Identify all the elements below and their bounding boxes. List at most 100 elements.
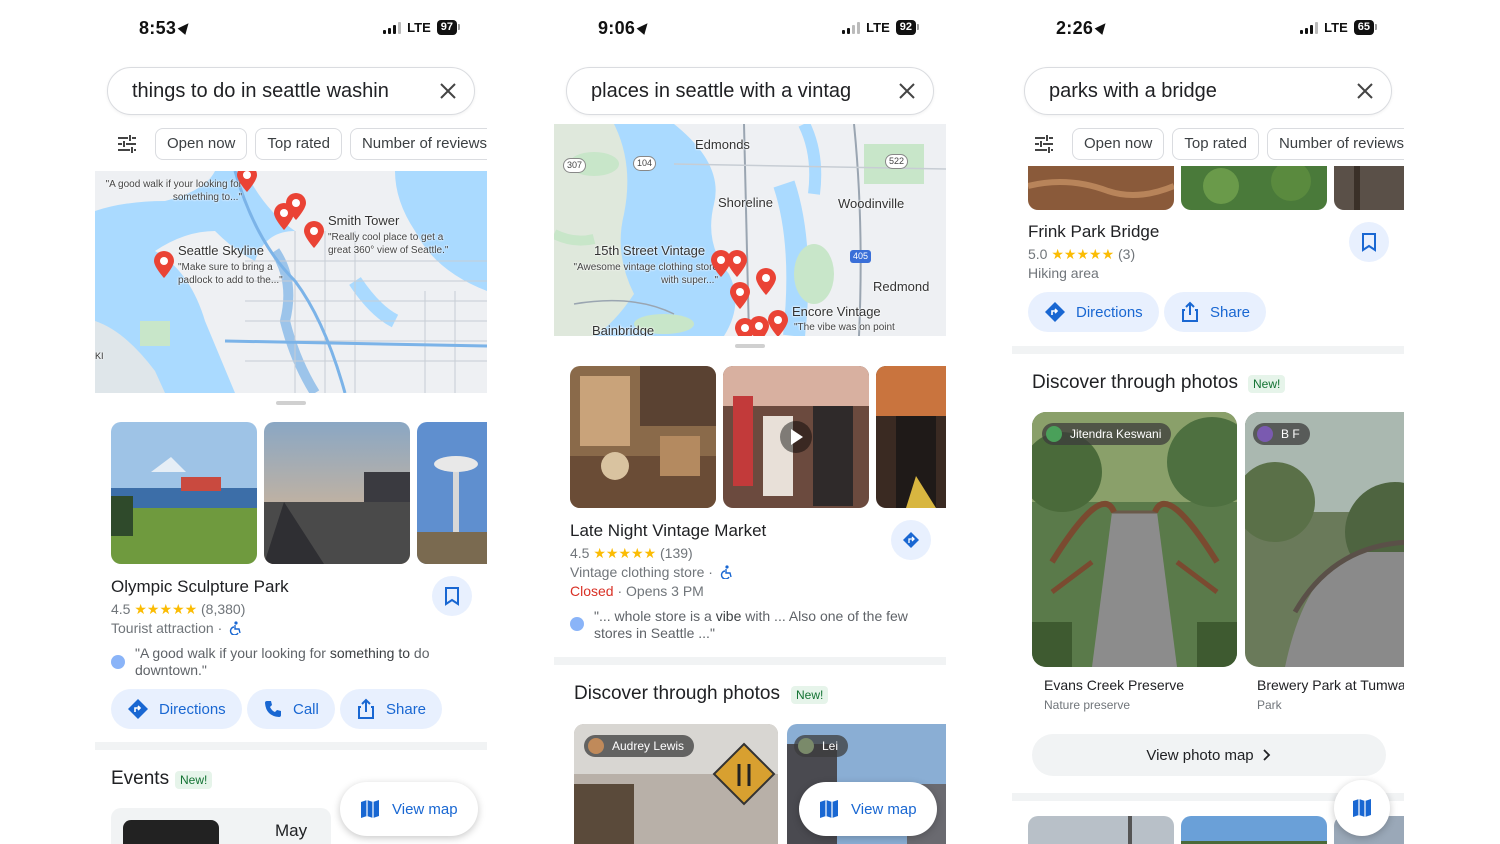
place-photo[interactable]: [111, 422, 257, 564]
photo-credit: B F: [1253, 423, 1310, 445]
credit-name: Audrey Lewis: [612, 739, 685, 753]
rating-value: 4.5: [570, 545, 590, 561]
reviewer-avatar: [111, 655, 125, 669]
bookmark-icon: [445, 587, 459, 606]
filters-icon[interactable]: [1032, 132, 1056, 156]
place-category: Tourist attraction ·: [111, 620, 243, 636]
search-input[interactable]: parks with a bridge: [1049, 80, 1319, 103]
screen-parks-bridge: 2:26 LTE 65 parks with a bridge Open now…: [1012, 0, 1404, 844]
clear-search-icon[interactable]: [1355, 81, 1375, 101]
status-bar: 2:26 LTE 65: [1012, 18, 1404, 42]
chip-number-of-reviews[interactable]: Number of reviews: [1266, 128, 1404, 160]
map-pin[interactable]: [726, 250, 748, 278]
chip-number-of-reviews[interactable]: Number of reviews: [349, 128, 487, 160]
photo-credit: Jitendra Keswani: [1042, 423, 1172, 445]
place-photo[interactable]: [1028, 816, 1174, 844]
map-quote-walk: "A good walk if your looking for somethi…: [105, 179, 242, 203]
search-bar[interactable]: places in seattle with a vintag: [566, 67, 934, 115]
map-label-shoreline: Shoreline: [718, 195, 773, 210]
map-quote-encore-vintage: "The vibe was on point: [794, 322, 895, 333]
results-map[interactable]: Edmonds Shoreline Woodinville Redmond Ba…: [554, 124, 946, 336]
bookmark-icon: [1362, 233, 1376, 252]
view-map-button[interactable]: [1334, 780, 1390, 836]
sheet-handle[interactable]: [735, 344, 765, 348]
filters-icon[interactable]: [115, 132, 139, 156]
directions-button[interactable]: Directions: [1028, 292, 1159, 332]
event-thumbnail: [123, 820, 219, 844]
search-bar[interactable]: parks with a bridge: [1024, 67, 1392, 115]
search-input[interactable]: places in seattle with a vintag: [591, 80, 861, 103]
save-button[interactable]: [1349, 222, 1389, 262]
place-photo[interactable]: [1334, 166, 1404, 210]
map-pin[interactable]: [734, 318, 756, 336]
map-pin[interactable]: [273, 203, 295, 231]
discover-place-name[interactable]: Evans Creek Preserve: [1044, 677, 1184, 693]
discover-photo[interactable]: [1032, 412, 1237, 667]
map-quote-15th-street-vintage: "Awesome vintage clothing store with sup…: [573, 262, 718, 286]
map-pin[interactable]: [303, 221, 325, 249]
results-map[interactable]: "A good walk if your looking for somethi…: [95, 171, 487, 393]
clear-search-icon[interactable]: [438, 81, 458, 101]
view-map-label: View map: [851, 800, 917, 818]
directions-icon: [128, 699, 148, 719]
map-quote-seattle-skyline: "Make sure to bring a padlock to add to …: [178, 262, 283, 286]
view-map-button[interactable]: View map: [799, 782, 937, 836]
share-button[interactable]: Share: [1164, 292, 1267, 332]
wheelchair-icon: [720, 565, 732, 580]
map-icon: [1353, 799, 1371, 817]
place-name[interactable]: Olympic Sculpture Park: [111, 577, 289, 597]
chip-top-rated[interactable]: Top rated: [1172, 128, 1259, 160]
place-rating: 4.5 ★★★★★ (8,380): [111, 601, 245, 618]
place-photo[interactable]: [1028, 166, 1174, 210]
discover-photo[interactable]: [1245, 412, 1404, 667]
view-map-button[interactable]: View map: [340, 782, 478, 836]
open-status: Closed: [570, 583, 614, 599]
rating-stars: ★★★★★: [134, 601, 198, 617]
event-card[interactable]: May: [111, 808, 331, 844]
discover-place-type: Nature preserve: [1044, 698, 1131, 712]
share-button[interactable]: Share: [340, 689, 443, 729]
map-label-woodinville: Woodinville: [838, 196, 905, 211]
directions-button[interactable]: [891, 520, 931, 560]
discover-place-name[interactable]: Brewery Park at Tumwa: [1257, 677, 1404, 693]
network-label: LTE: [407, 20, 431, 35]
filter-chips: Open now Top rated Number of reviews: [95, 128, 487, 160]
place-photo[interactable]: [723, 366, 869, 508]
directions-label: Directions: [1076, 303, 1143, 321]
share-icon: [358, 698, 374, 719]
section-divider: [95, 742, 487, 750]
map-pin[interactable]: [236, 171, 258, 193]
road-shield-104: 104: [633, 156, 657, 171]
review-highlight: vibe: [715, 608, 742, 624]
call-button[interactable]: Call: [247, 689, 335, 729]
directions-button[interactable]: Directions: [111, 689, 242, 729]
map-pin[interactable]: [153, 251, 175, 279]
chip-open-now[interactable]: Open now: [155, 128, 248, 160]
place-photo[interactable]: [570, 366, 716, 508]
clear-search-icon[interactable]: [897, 81, 917, 101]
map-pin[interactable]: [755, 268, 777, 296]
save-button[interactable]: [432, 576, 472, 616]
search-bar[interactable]: things to do in seattle washin: [107, 67, 475, 115]
place-photo[interactable]: [417, 422, 487, 564]
review-text: "A good walk if your looking for: [135, 645, 330, 661]
sheet-handle[interactable]: [276, 401, 306, 405]
new-badge: New!: [175, 771, 213, 789]
map-pin[interactable]: [729, 282, 751, 310]
review-count: (8,380): [201, 601, 246, 617]
place-photo[interactable]: [876, 366, 946, 508]
place-photo[interactable]: [264, 422, 410, 564]
place-category: Vintage clothing store ·: [570, 564, 734, 580]
rating-value: 5.0: [1028, 246, 1048, 262]
place-name[interactable]: Late Night Vintage Market: [570, 521, 766, 541]
place-photo[interactable]: [1181, 816, 1327, 844]
search-input[interactable]: things to do in seattle washin: [132, 80, 402, 103]
chip-open-now[interactable]: Open now: [1072, 128, 1165, 160]
opening-hours: · Opens 3 PM: [613, 583, 704, 599]
view-photo-map-button[interactable]: View photo map: [1032, 734, 1386, 776]
screen-vintage: 9:06 LTE 92 places in seattle with a vin…: [554, 0, 946, 844]
chip-top-rated[interactable]: Top rated: [255, 128, 342, 160]
map-pin[interactable]: [767, 310, 789, 336]
place-name[interactable]: Frink Park Bridge: [1028, 222, 1159, 242]
place-photo[interactable]: [1181, 166, 1327, 210]
